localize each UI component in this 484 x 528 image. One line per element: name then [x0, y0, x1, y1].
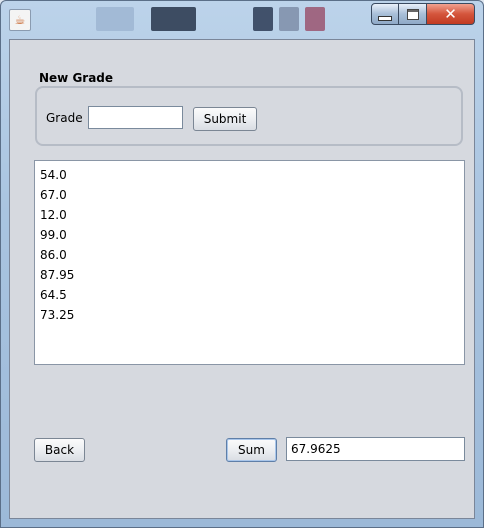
minimize-icon: [378, 15, 392, 21]
minimize-button[interactable]: [371, 3, 399, 25]
background-blur: [305, 7, 325, 31]
sum-result-field[interactable]: 67.9625: [286, 437, 465, 461]
background-blur: [279, 7, 299, 31]
list-item[interactable]: 87.95: [40, 265, 459, 285]
maximize-icon: [406, 8, 419, 20]
window-controls: ✕: [371, 3, 475, 25]
maximize-button[interactable]: [399, 3, 427, 25]
title-bar[interactable]: ☕ ✕: [1, 1, 483, 35]
submit-button[interactable]: Submit: [193, 107, 257, 131]
list-item[interactable]: 99.0: [40, 225, 459, 245]
background-blur: [151, 7, 196, 31]
sum-button[interactable]: Sum: [226, 438, 277, 462]
list-item[interactable]: 73.25: [40, 305, 459, 325]
list-item[interactable]: 12.0: [40, 205, 459, 225]
list-item[interactable]: 54.0: [40, 165, 459, 185]
group-title: New Grade: [39, 71, 114, 85]
grade-label: Grade: [46, 111, 83, 125]
list-item[interactable]: 64.5: [40, 285, 459, 305]
close-icon: ✕: [444, 5, 457, 23]
list-item[interactable]: 86.0: [40, 245, 459, 265]
background-blur: [96, 7, 134, 31]
back-button[interactable]: Back: [34, 438, 85, 462]
grades-list[interactable]: 54.0 67.0 12.0 99.0 86.0 87.95 64.5 73.25: [34, 160, 465, 365]
list-item[interactable]: 67.0: [40, 185, 459, 205]
background-blur: [253, 7, 273, 31]
grade-input[interactable]: [88, 106, 183, 129]
java-app-icon[interactable]: ☕: [9, 9, 31, 31]
close-button[interactable]: ✕: [427, 3, 475, 25]
